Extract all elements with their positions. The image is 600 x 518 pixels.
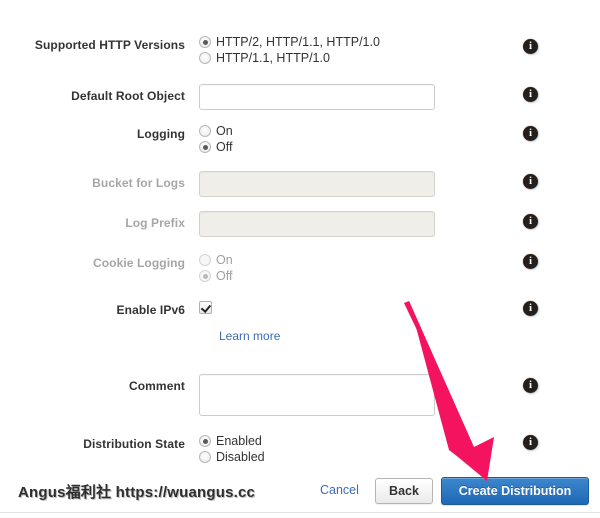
create-distribution-button[interactable]: Create Distribution bbox=[441, 477, 589, 505]
learn-more-link[interactable]: Learn more bbox=[219, 329, 280, 343]
radio-group-cookie-logging: On Off bbox=[199, 252, 233, 284]
radio-icon-http2[interactable] bbox=[199, 36, 211, 48]
radio-label-http11: HTTP/1.1, HTTP/1.0 bbox=[216, 51, 330, 65]
radio-icon-cookie-logging-off[interactable] bbox=[199, 270, 211, 282]
label-logging: Logging bbox=[136, 127, 185, 141]
label-distribution-state: Distribution State bbox=[83, 437, 185, 451]
radio-option-cookie-logging-off[interactable]: Off bbox=[199, 268, 233, 284]
label-log-prefix: Log Prefix bbox=[125, 216, 185, 230]
radio-label-http2: HTTP/2, HTTP/1.1, HTTP/1.0 bbox=[216, 35, 380, 49]
radio-label-logging-off: Off bbox=[216, 140, 233, 154]
radio-icon-enabled[interactable] bbox=[199, 435, 211, 447]
radio-option-enabled[interactable]: Enabled bbox=[199, 433, 265, 449]
radio-icon-cookie-logging-on[interactable] bbox=[199, 254, 211, 266]
radio-group-distribution-state: Enabled Disabled bbox=[199, 433, 265, 465]
info-icon-bucket-for-logs[interactable]: i bbox=[523, 174, 538, 189]
info-icon-comment[interactable]: i bbox=[523, 378, 538, 393]
info-icon-default-root-object[interactable]: i bbox=[523, 87, 538, 102]
info-icon-cookie-logging[interactable]: i bbox=[523, 254, 538, 269]
radio-option-cookie-logging-on[interactable]: On bbox=[199, 252, 233, 268]
label-default-root-object: Default Root Object bbox=[71, 89, 185, 103]
label-bucket-for-logs: Bucket for Logs bbox=[92, 176, 185, 190]
bucket-for-logs-input[interactable] bbox=[199, 171, 435, 197]
default-root-object-input[interactable] bbox=[199, 84, 435, 110]
label-supported-http-versions: Supported HTTP Versions bbox=[34, 38, 185, 52]
label-comment: Comment bbox=[128, 379, 185, 393]
radio-group-logging: On Off bbox=[199, 123, 233, 155]
radio-label-logging-on: On bbox=[216, 124, 233, 138]
info-icon-enable-ipv6[interactable]: i bbox=[523, 301, 538, 316]
back-button[interactable]: Back bbox=[375, 478, 433, 504]
log-prefix-input[interactable] bbox=[199, 211, 435, 237]
cancel-button[interactable]: Cancel bbox=[320, 483, 359, 497]
label-enable-ipv6: Enable IPv6 bbox=[116, 303, 185, 317]
radio-option-logging-off[interactable]: Off bbox=[199, 139, 233, 155]
enable-ipv6-checkbox[interactable] bbox=[199, 301, 212, 314]
radio-option-disabled[interactable]: Disabled bbox=[199, 449, 265, 465]
radio-label-enabled: Enabled bbox=[216, 434, 262, 448]
radio-icon-disabled[interactable] bbox=[199, 451, 211, 463]
comment-textarea[interactable] bbox=[199, 374, 435, 416]
radio-icon-http11[interactable] bbox=[199, 52, 211, 64]
radio-option-logging-on[interactable]: On bbox=[199, 123, 233, 139]
radio-label-cookie-logging-on: On bbox=[216, 253, 233, 267]
radio-group-supported-http-versions: HTTP/2, HTTP/1.1, HTTP/1.0 HTTP/1.1, HTT… bbox=[199, 34, 380, 66]
footer-divider bbox=[0, 512, 600, 513]
radio-label-disabled: Disabled bbox=[216, 450, 265, 464]
label-cookie-logging: Cookie Logging bbox=[92, 256, 185, 270]
distribution-settings-form: Supported HTTP Versions HTTP/2, HTTP/1.1… bbox=[0, 0, 600, 468]
watermark-text: Angus福利社 https://wuangus.cc bbox=[18, 484, 256, 501]
info-icon-logging[interactable]: i bbox=[523, 126, 538, 141]
radio-option-http2[interactable]: HTTP/2, HTTP/1.1, HTTP/1.0 bbox=[199, 34, 380, 50]
form-row-comment: Comment bbox=[0, 374, 600, 421]
radio-icon-logging-on[interactable] bbox=[199, 125, 211, 137]
info-icon-log-prefix[interactable]: i bbox=[523, 214, 538, 229]
radio-option-http11[interactable]: HTTP/1.1, HTTP/1.0 bbox=[199, 50, 380, 66]
info-icon-supported-http-versions[interactable]: i bbox=[523, 39, 538, 54]
radio-label-cookie-logging-off: Off bbox=[216, 269, 233, 283]
info-icon-distribution-state[interactable]: i bbox=[523, 435, 538, 450]
radio-icon-logging-off[interactable] bbox=[199, 141, 211, 153]
